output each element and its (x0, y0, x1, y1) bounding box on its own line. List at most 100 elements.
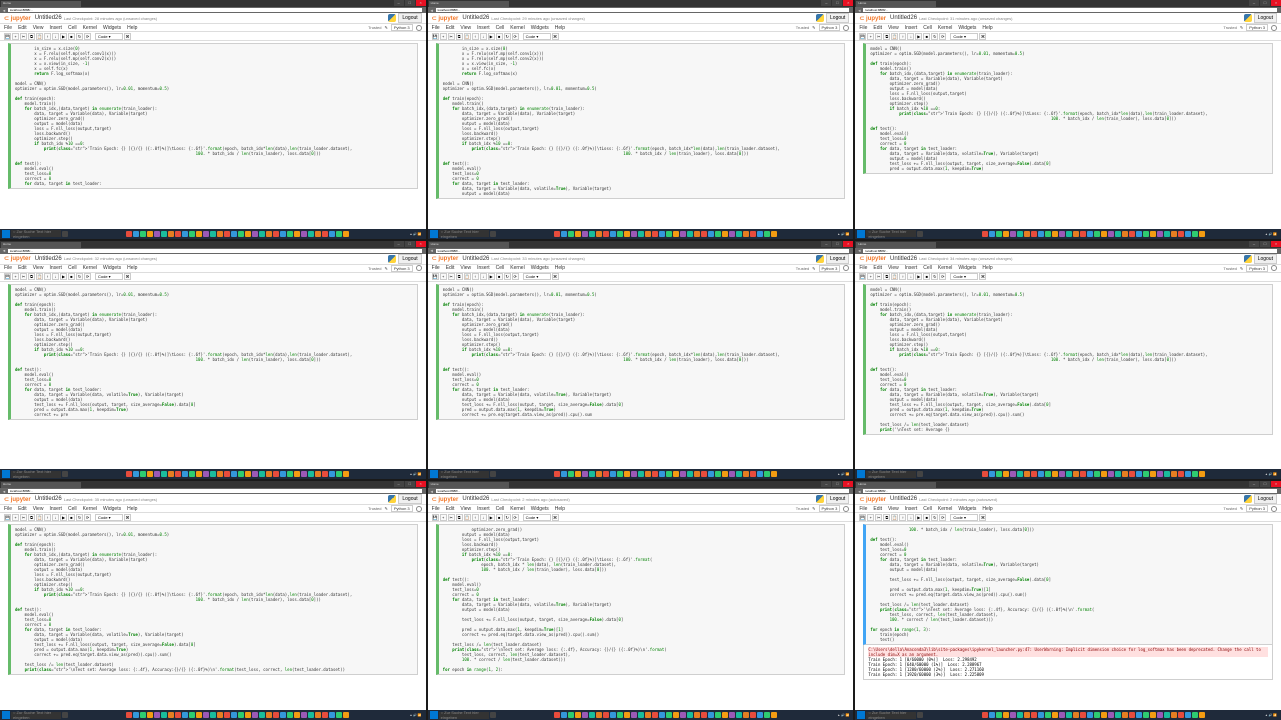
task-view-icon[interactable] (490, 471, 496, 477)
menu-file[interactable]: File (432, 25, 440, 31)
taskbar-app-icon[interactable] (722, 471, 728, 477)
taskbar-app-icon[interactable] (1178, 471, 1184, 477)
taskbar-app-icon[interactable] (645, 471, 651, 477)
command-palette-icon[interactable]: ⌘ (979, 514, 986, 521)
taskbar-app-icon[interactable] (617, 712, 623, 718)
taskbar-app-icon[interactable] (1010, 471, 1016, 477)
add-cell-icon[interactable]: + (12, 273, 19, 280)
restart-icon[interactable]: ↻ (504, 514, 511, 521)
kernel-name[interactable]: Python 3 (819, 24, 841, 31)
logout-button[interactable]: Logout (1254, 13, 1277, 23)
trusted-indicator[interactable]: Trusted (368, 25, 381, 30)
taskbar-app-icon[interactable] (1150, 471, 1156, 477)
taskbar-app-icon[interactable] (252, 471, 258, 477)
taskbar-app-icon[interactable] (133, 231, 139, 237)
taskbar-app-icon[interactable] (259, 231, 265, 237)
taskbar-app-icon[interactable] (989, 712, 995, 718)
taskbar-search[interactable]: ○ Zur Suche Text hier eingeben (866, 712, 916, 719)
taskbar-app-icon[interactable] (652, 231, 658, 237)
cut-icon[interactable]: ✂ (875, 273, 882, 280)
cut-icon[interactable]: ✂ (875, 33, 882, 40)
taskbar-app-icon[interactable] (596, 231, 602, 237)
stop-icon[interactable]: ■ (68, 514, 75, 521)
taskbar-app-icon[interactable] (280, 712, 286, 718)
back-icon[interactable]: ◄ (430, 489, 434, 494)
url-input[interactable]: localhost:8888/... (436, 8, 850, 12)
taskbar-app-icon[interactable] (673, 231, 679, 237)
url-input[interactable]: localhost:8888/... (436, 249, 850, 253)
taskbar-app-icon[interactable] (771, 471, 777, 477)
move-down-icon[interactable]: ↓ (480, 33, 487, 40)
menu-insert[interactable]: Insert (477, 506, 490, 512)
taskbar-app-icon[interactable] (1164, 471, 1170, 477)
restart-icon[interactable]: ↻ (931, 273, 938, 280)
taskbar-app-icon[interactable] (1087, 231, 1093, 237)
command-palette-icon[interactable]: ⌘ (979, 33, 986, 40)
menu-help[interactable]: Help (127, 25, 137, 31)
taskbar-app-icon[interactable] (224, 471, 230, 477)
taskbar-app-icon[interactable] (1059, 712, 1065, 718)
code-editor[interactable]: model = CNN() optimizer = optim.SGD(mode… (870, 46, 1268, 171)
taskbar-app-icon[interactable] (1108, 471, 1114, 477)
taskbar-app-icon[interactable] (603, 231, 609, 237)
menu-widgets[interactable]: Widgets (103, 506, 121, 512)
taskbar-app-icon[interactable] (245, 471, 251, 477)
taskbar-app-icon[interactable] (1003, 231, 1009, 237)
task-view-icon[interactable] (490, 231, 496, 237)
taskbar-app-icon[interactable] (231, 471, 237, 477)
cut-icon[interactable]: ✂ (448, 514, 455, 521)
taskbar-app-icon[interactable] (575, 712, 581, 718)
window-max-icon[interactable]: □ (405, 241, 415, 247)
taskbar-app-icon[interactable] (154, 712, 160, 718)
menu-help[interactable]: Help (982, 25, 992, 31)
code-editor[interactable]: model = CNN() optimizer = optim.SGD(mode… (15, 527, 413, 672)
add-cell-icon[interactable]: + (867, 514, 874, 521)
move-up-icon[interactable]: ↑ (472, 33, 479, 40)
menu-help[interactable]: Help (982, 265, 992, 271)
restart-icon[interactable]: ↻ (504, 273, 511, 280)
taskbar-app-icon[interactable] (743, 712, 749, 718)
menu-view[interactable]: View (33, 265, 44, 271)
task-view-icon[interactable] (62, 712, 68, 718)
taskbar-app-icon[interactable] (189, 471, 195, 477)
menu-widgets[interactable]: Widgets (531, 265, 549, 271)
taskbar-app-icon[interactable] (1150, 712, 1156, 718)
taskbar-app-icon[interactable] (694, 712, 700, 718)
taskbar-app-icon[interactable] (1136, 231, 1142, 237)
taskbar-app-icon[interactable] (645, 712, 651, 718)
taskbar-app-icon[interactable] (722, 712, 728, 718)
start-button[interactable] (2, 711, 10, 719)
notebook-area[interactable]: model = CNN() optimizer = optim.SGD(mode… (0, 282, 426, 470)
cut-icon[interactable]: ✂ (448, 273, 455, 280)
menu-help[interactable]: Help (555, 25, 565, 31)
cut-icon[interactable]: ✂ (448, 33, 455, 40)
taskbar-app-icon[interactable] (1136, 712, 1142, 718)
taskbar-app-icon[interactable] (561, 231, 567, 237)
taskbar-app-icon[interactable] (1157, 712, 1163, 718)
edit-icon[interactable]: ✎ (385, 506, 388, 511)
add-cell-icon[interactable]: + (867, 273, 874, 280)
stop-icon[interactable]: ■ (923, 273, 930, 280)
window-close-icon[interactable]: × (843, 241, 853, 247)
logout-button[interactable]: Logout (398, 254, 421, 264)
run-icon[interactable]: ▶ (915, 33, 922, 40)
window-max-icon[interactable]: □ (832, 481, 842, 487)
taskbar-app-icon[interactable] (147, 471, 153, 477)
menu-help[interactable]: Help (555, 506, 565, 512)
stop-icon[interactable]: ■ (923, 33, 930, 40)
taskbar-app-icon[interactable] (589, 231, 595, 237)
trusted-indicator[interactable]: Trusted (368, 506, 381, 511)
taskbar-app-icon[interactable] (329, 231, 335, 237)
taskbar-app-icon[interactable] (1073, 471, 1079, 477)
taskbar-app-icon[interactable] (561, 471, 567, 477)
taskbar-app-icon[interactable] (582, 231, 588, 237)
taskbar-app-icon[interactable] (736, 471, 742, 477)
menu-insert[interactable]: Insert (49, 506, 62, 512)
menu-view[interactable]: View (460, 265, 471, 271)
menu-edit[interactable]: Edit (18, 25, 27, 31)
code-editor[interactable]: in_size = x.size(0) x = F.relu(self.mp(s… (443, 46, 841, 196)
taskbar-app-icon[interactable] (238, 231, 244, 237)
menu-view[interactable]: View (33, 506, 44, 512)
taskbar-app-icon[interactable] (561, 712, 567, 718)
code-cell[interactable]: in_size = x.size(0) x = F.relu(self.mp(s… (436, 43, 846, 199)
